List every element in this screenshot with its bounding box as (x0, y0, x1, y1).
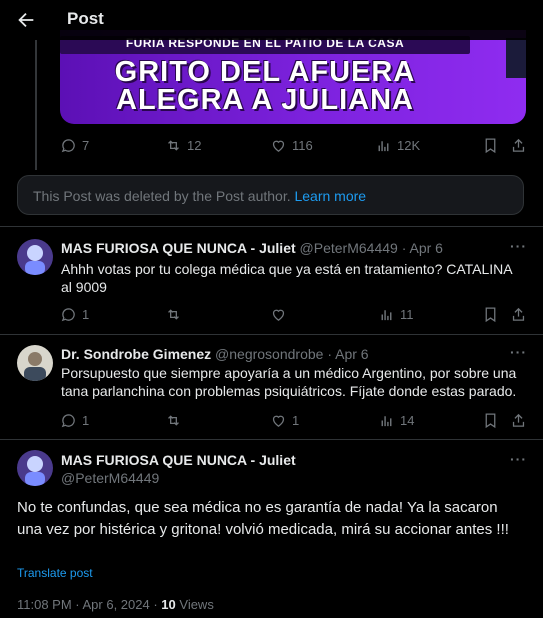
author-handle[interactable]: @negrosondrobe (215, 346, 323, 362)
like-button[interactable] (270, 306, 287, 323)
views-button[interactable]: 12K (375, 137, 420, 154)
media-headline-2: ALEGRA A JULIANA (116, 84, 414, 116)
share-button[interactable] (510, 306, 527, 323)
views-icon (381, 416, 392, 427)
repost-icon (168, 415, 179, 426)
like-button[interactable]: 1 (270, 412, 299, 429)
bookmark-button[interactable] (482, 412, 499, 429)
reply-count: 1 (82, 307, 90, 322)
author-handle[interactable]: @PeterM64449 (300, 240, 398, 256)
reply-icon (61, 139, 75, 153)
share-icon (512, 413, 525, 427)
like-count: 1 (292, 413, 300, 428)
media-edge-graphic (506, 38, 526, 78)
views-count: 11 (400, 307, 414, 322)
post-time[interactable]: Apr 6 (335, 346, 368, 362)
avatar[interactable] (17, 239, 53, 275)
views-label: Views (175, 597, 214, 612)
like-icon (272, 140, 285, 152)
share-icon (512, 138, 525, 152)
post-timestamp: 11:08 PM · Apr 6, 2024 · 10 Views (17, 597, 214, 612)
main-post-author: MAS FURIOSA QUE NUNCA - Juliet (61, 452, 296, 468)
reply-button[interactable]: 1 (60, 306, 89, 323)
bookmark-button[interactable] (482, 137, 499, 154)
dot-separator: · (327, 346, 332, 362)
divider (0, 334, 543, 335)
views-icon (381, 310, 392, 321)
share-button[interactable] (510, 137, 527, 154)
repost-button[interactable] (165, 306, 182, 323)
reply-2-text: Porsupuesto que siempre apoyaría a un mé… (61, 365, 517, 399)
views-button[interactable]: 14 (378, 412, 414, 429)
repost-button[interactable]: 12 (165, 137, 201, 154)
reply-icon (61, 308, 75, 322)
like-count: 116 (292, 138, 313, 153)
reply-count: 7 (82, 138, 90, 153)
like-icon (272, 309, 285, 321)
reply-icon (61, 414, 75, 428)
main-post-text: No te confundas, que sea médica no es ga… (17, 499, 509, 538)
more-icon[interactable]: ··· (510, 451, 527, 467)
reply-1-meta: MAS FURIOSA QUE NUNCA - Juliet @PeterM64… (61, 240, 443, 256)
repost-icon (168, 309, 179, 320)
bookmark-button[interactable] (482, 306, 499, 323)
author-handle[interactable]: @PeterM64449 (61, 470, 159, 486)
reply-2-meta: Dr. Sondrobe Gimenez @negrosondrobe · Ap… (61, 346, 369, 362)
like-icon (272, 415, 285, 427)
avatar[interactable] (17, 345, 53, 381)
author-name[interactable]: MAS FURIOSA QUE NUNCA - Juliet (61, 240, 296, 256)
reply-count: 1 (82, 413, 90, 428)
divider (0, 439, 543, 440)
more-icon[interactable]: ··· (510, 238, 527, 254)
bookmark-icon (485, 307, 496, 323)
translate-post-link[interactable]: Translate post (17, 566, 93, 580)
views-count: 14 (400, 413, 415, 428)
learn-more-link[interactable]: Learn more (294, 188, 366, 204)
divider (0, 226, 543, 227)
repost-button[interactable] (165, 412, 182, 429)
bookmark-icon (485, 138, 496, 154)
author-name[interactable]: MAS FURIOSA QUE NUNCA - Juliet (61, 452, 296, 468)
share-icon (512, 307, 525, 321)
views-icon (378, 141, 389, 152)
reply-button[interactable]: 7 (60, 137, 89, 154)
dot-separator: · (401, 240, 407, 256)
back-arrow-icon[interactable] (15, 9, 37, 31)
main-post-handle-row: @PeterM64449 (61, 470, 159, 486)
repost-icon (168, 140, 179, 151)
bookmark-icon (485, 413, 496, 429)
post-time[interactable]: Apr 6 (410, 240, 443, 256)
views-count: 10 (161, 597, 176, 612)
share-button[interactable] (510, 412, 527, 429)
avatar[interactable] (17, 450, 53, 486)
top-bar: Post (0, 0, 543, 40)
views-button[interactable]: 11 (378, 306, 414, 323)
page-title: Post (67, 9, 104, 28)
repost-count: 12 (187, 138, 202, 153)
like-button[interactable]: 116 (270, 137, 313, 154)
more-icon[interactable]: ··· (510, 344, 527, 360)
reply-button[interactable]: 1 (60, 412, 89, 429)
views-count: 12K (397, 138, 421, 153)
deleted-post-notice: This Post was deleted by the Post author… (17, 175, 524, 215)
thread-line (35, 40, 37, 170)
deleted-notice-text: This Post was deleted by the Post author… (33, 188, 291, 204)
reply-1-text: Ahhh votas por tu colega médica que ya e… (61, 261, 512, 295)
author-name[interactable]: Dr. Sondrobe Gimenez (61, 346, 211, 362)
timestamp-text[interactable]: 11:08 PM · Apr 6, 2024 · (17, 597, 161, 612)
